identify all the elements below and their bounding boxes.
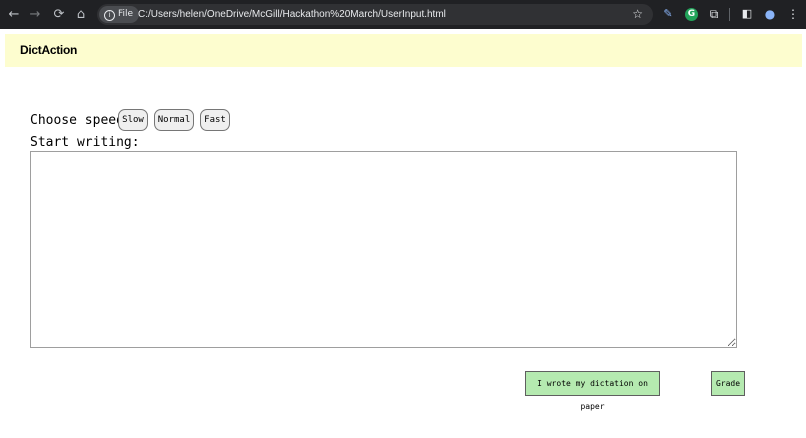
speed-normal-button[interactable]: Normal — [154, 109, 194, 131]
file-chip-label: File — [118, 9, 134, 19]
writing-label: Start writing: — [30, 135, 140, 150]
file-chip[interactable]: i File — [99, 6, 140, 23]
back-icon[interactable]: ← — [6, 0, 22, 29]
app-title: DictAction — [20, 43, 78, 57]
speed-label: Choose speed: — [30, 113, 132, 128]
forward-icon[interactable]: → — [27, 0, 43, 29]
pen-icon[interactable]: ✎ — [660, 6, 676, 22]
menu-icon[interactable]: ⋮ — [785, 6, 801, 22]
speed-fast-button[interactable]: Fast — [200, 109, 230, 131]
reload-icon[interactable]: ⟳ — [51, 0, 67, 29]
grammarly-icon[interactable]: G — [685, 8, 698, 21]
dictation-textarea[interactable] — [30, 151, 737, 348]
info-icon: i — [104, 10, 115, 21]
extensions-icon[interactable]: ⧉ — [706, 6, 722, 22]
profile-icon[interactable]: ● — [762, 6, 778, 22]
url-text[interactable]: C:/Users/helen/OneDrive/McGill/Hackathon… — [138, 4, 446, 25]
app-header: DictAction — [5, 34, 802, 67]
toolbar-divider — [729, 8, 730, 21]
star-icon[interactable]: ☆ — [632, 4, 643, 25]
browser-toolbar: ← → ⟳ ⌂ i File C:/Users/helen/OneDrive/Mc… — [0, 0, 806, 29]
address-bar[interactable]: i File C:/Users/helen/OneDrive/McGill/Hac… — [97, 4, 653, 25]
sidebar-icon[interactable]: ◧ — [739, 6, 755, 22]
speed-slow-button[interactable]: Slow — [118, 109, 148, 131]
wrote-on-paper-button[interactable]: I wrote my dictation on paper — [525, 371, 660, 411]
home-icon[interactable]: ⌂ — [73, 0, 89, 29]
grade-button[interactable]: Grade — [711, 371, 745, 396]
